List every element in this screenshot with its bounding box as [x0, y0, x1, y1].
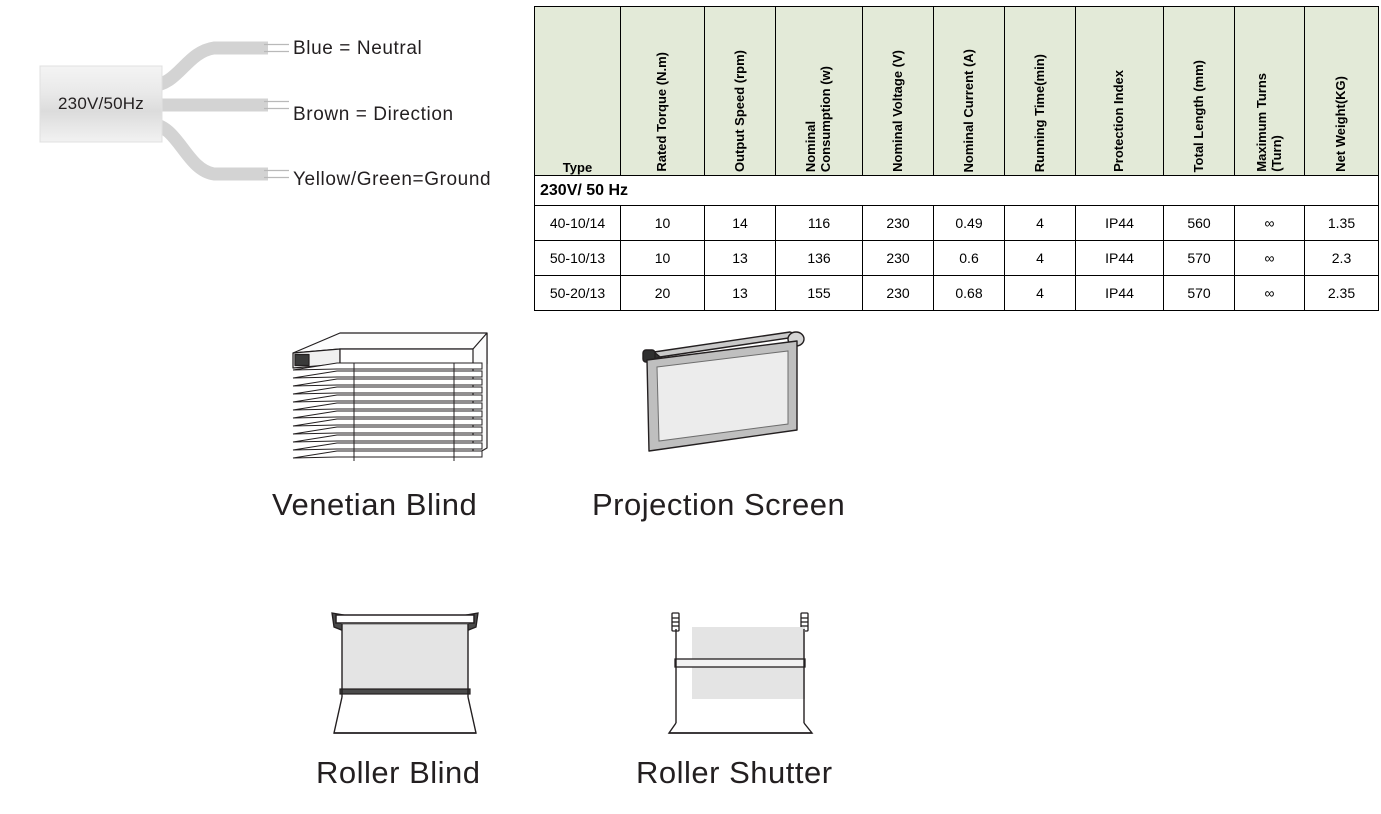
cell-maximum-turns: ∞ — [1234, 240, 1305, 276]
table-row: 50-20/13 20 13 155 230 0.68 4 IP44 570 ∞… — [534, 275, 1379, 311]
specification-table: Type Rated Torque (N.m) Output Speed (rp… — [534, 6, 1379, 311]
header-nominal-voltage-text: Nominal Voltage (V) — [889, 50, 905, 172]
cell-nominal-consumption: 136 — [775, 240, 863, 276]
wire-label-ground: Yellow/Green=Ground — [293, 169, 492, 190]
roller-shutter-illustration — [655, 605, 855, 750]
roller-blind-rail — [335, 614, 475, 624]
header-type: Type — [534, 6, 621, 176]
roller-shutter-caption: Roller Shutter — [636, 755, 833, 790]
roller-blind-fabric — [341, 623, 469, 692]
header-net-weight-text: Net Weight(KG) — [1333, 76, 1349, 172]
header-net-weight: Net Weight(KG) — [1304, 6, 1379, 176]
wire-label-brown: Brown = Direction — [293, 104, 454, 125]
header-running-time-text: Running Time(min) — [1031, 53, 1047, 172]
projection-screen-svg — [642, 331, 805, 452]
cell-type: 40-10/14 — [534, 205, 621, 241]
cell-nominal-voltage: 230 — [862, 205, 934, 241]
wire-label-blue: Blue = Neutral — [293, 38, 423, 59]
header-rated-torque-text: Rated Torque (N.m) — [654, 52, 670, 172]
cable-ground — [149, 117, 268, 181]
cell-protection-index: IP44 — [1075, 275, 1164, 311]
table-row: 40-10/14 10 14 116 230 0.49 4 IP44 560 ∞… — [534, 205, 1379, 241]
cell-net-weight: 1.35 — [1304, 205, 1379, 241]
cell-net-weight: 2.35 — [1304, 275, 1379, 311]
header-running-time: Running Time(min) — [1004, 6, 1076, 176]
cell-output-speed: 14 — [704, 205, 776, 241]
header-nominal-consumption-text: Nominal Consumption (w) — [803, 65, 833, 172]
wiring-diagram: 230V/50Hz Blue = Neutral Brown = Directi… — [0, 0, 520, 220]
cell-rated-torque: 10 — [620, 240, 705, 276]
cell-rated-torque: 10 — [620, 205, 705, 241]
venetian-blind-caption: Venetian Blind — [272, 487, 478, 522]
projection-screen-caption: Projection Screen — [592, 487, 846, 522]
cable-bundle — [149, 41, 268, 181]
cell-type: 50-20/13 — [534, 275, 621, 311]
cell-nominal-current: 0.68 — [933, 275, 1005, 311]
roller-blind-caption: Roller Blind — [316, 755, 481, 790]
header-nominal-current-text: Nominal Current (A) — [960, 48, 976, 173]
cell-maximum-turns: ∞ — [1234, 205, 1305, 241]
headrail-motor-cap — [294, 353, 310, 367]
header-protection-index-text: Protection Index — [1111, 70, 1127, 172]
cell-maximum-turns: ∞ — [1234, 275, 1305, 311]
cell-running-time: 4 — [1004, 275, 1076, 311]
header-nominal-consumption: Nominal Consumption (w) — [775, 6, 863, 176]
cell-running-time: 4 — [1004, 240, 1076, 276]
roller-blind-bottom-bar — [339, 688, 471, 695]
projection-screen-illustration — [640, 330, 860, 480]
roller-blind-illustration — [310, 605, 510, 750]
header-nominal-current: Nominal Current (A) — [933, 6, 1005, 176]
roller-shutter-slat-bar — [674, 658, 806, 668]
roller-blind-svg — [331, 612, 479, 734]
table-header-row: Type Rated Torque (N.m) Output Speed (rp… — [534, 6, 1379, 176]
cell-nominal-current: 0.6 — [933, 240, 1005, 276]
cell-nominal-consumption: 116 — [775, 205, 863, 241]
cell-rated-torque: 20 — [620, 275, 705, 311]
header-rated-torque: Rated Torque (N.m) — [620, 6, 705, 176]
specification-table-container: Type Rated Torque (N.m) Output Speed (rp… — [534, 6, 1379, 311]
headrail-front — [339, 348, 488, 365]
cell-total-length: 570 — [1163, 275, 1235, 311]
table-section-row: 230V/ 50 Hz — [534, 175, 1379, 206]
table-body: 230V/ 50 Hz 40-10/14 10 14 116 230 0.49 … — [534, 175, 1379, 311]
header-total-length-text: Total Length (mm) — [1190, 59, 1206, 172]
cell-total-length: 570 — [1163, 240, 1235, 276]
cell-nominal-current: 0.49 — [933, 205, 1005, 241]
cell-nominal-voltage: 230 — [862, 275, 934, 311]
cell-total-length: 560 — [1163, 205, 1235, 241]
motor-body — [39, 65, 163, 143]
cell-nominal-consumption: 155 — [775, 275, 863, 311]
cell-type: 50-10/13 — [534, 240, 621, 276]
header-maximum-turns-text: Maximum Turns (Turn) — [1253, 73, 1284, 172]
header-output-speed-text: Output Speed (rpm) — [731, 49, 747, 172]
cell-protection-index: IP44 — [1075, 205, 1164, 241]
venetian-blind-svg — [292, 332, 488, 461]
section-label-230v-50hz: 230V/ 50 Hz — [534, 175, 1379, 206]
cell-output-speed: 13 — [704, 275, 776, 311]
header-maximum-turns: Maximum Turns (Turn) — [1234, 6, 1305, 176]
cell-output-speed: 13 — [704, 240, 776, 276]
cell-nominal-voltage: 230 — [862, 240, 934, 276]
header-nominal-voltage: Nominal Voltage (V) — [862, 6, 934, 176]
venetian-blind-illustration — [285, 330, 515, 480]
cable-blue — [149, 41, 268, 93]
header-output-speed: Output Speed (rpm) — [704, 6, 776, 176]
header-total-length: Total Length (mm) — [1163, 6, 1235, 176]
header-protection-index: Protection Index — [1075, 6, 1164, 176]
cell-net-weight: 2.3 — [1304, 240, 1379, 276]
table-row: 50-10/13 10 13 136 230 0.6 4 IP44 570 ∞ … — [534, 240, 1379, 276]
cell-running-time: 4 — [1004, 205, 1076, 241]
roller-shutter-svg — [667, 612, 814, 734]
cell-protection-index: IP44 — [1075, 240, 1164, 276]
